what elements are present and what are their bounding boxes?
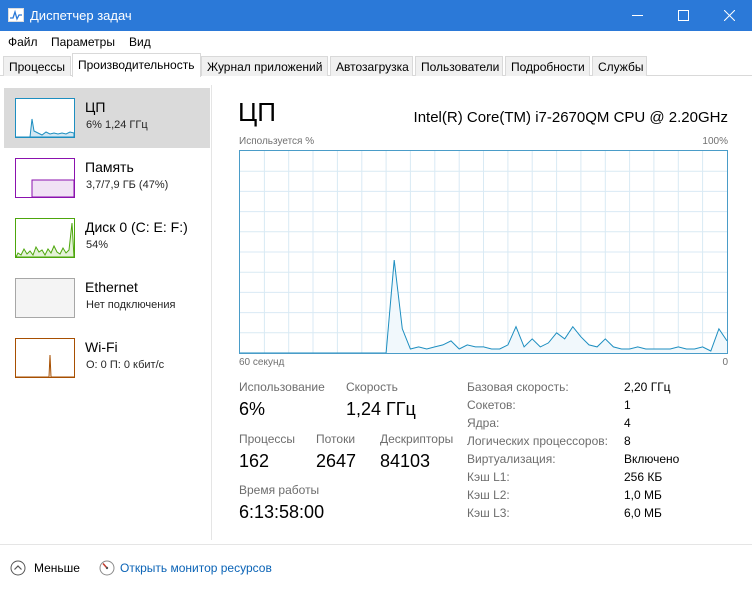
sidebar-item-disk[interactable]: Диск 0 (C: E: F:) 54% (4, 208, 210, 268)
memory-thumbnail-graph (15, 158, 75, 198)
title-bar: Диспетчер задач (0, 0, 752, 31)
tab-app-history[interactable]: Журнал приложений (201, 56, 328, 76)
disk-thumbnail-graph (15, 218, 75, 258)
processes-value: 162 (239, 451, 270, 471)
detail-value: 256 КБ (624, 470, 663, 484)
graph-x-left-label: 60 секунд (239, 357, 285, 368)
sidebar-item-value: 3,7/7,9 ГБ (47%) (86, 179, 169, 191)
graph-x-right-label: 0 (722, 357, 728, 368)
menu-view[interactable]: Вид (129, 35, 151, 49)
cpu-thumbnail-graph (15, 98, 75, 138)
chevron-up-circle-icon[interactable] (10, 560, 26, 576)
detail-key: Виртуализация: (467, 452, 556, 466)
minimize-button[interactable] (614, 0, 660, 31)
sidebar-item-value: 54% (86, 239, 109, 251)
detail-key: Ядра: (467, 416, 500, 430)
usage-value: 6% (239, 399, 266, 419)
sidebar-item-wifi[interactable]: Wi-Fi О: 0 П: 0 кбит/с (4, 328, 210, 388)
detail-key: Кэш L1: (467, 470, 510, 484)
detail-value: Включено (624, 452, 680, 466)
speed-label: Скорость (346, 380, 398, 394)
sidebar-item-ethernet[interactable]: Ethernet Нет подключения (4, 268, 210, 328)
detail-value: 4 (624, 416, 631, 430)
detail-key: Сокетов: (467, 398, 516, 412)
sidebar-item-value: 6% 1,24 ГГц (86, 119, 148, 131)
menu-file[interactable]: Файл (8, 35, 38, 49)
cpu-usage-graph (239, 150, 728, 354)
detail-key: Кэш L3: (467, 506, 510, 520)
processes-label: Процессы (239, 432, 296, 446)
tab-startup[interactable]: Автозагрузка (330, 56, 413, 76)
usage-label: Использование (239, 380, 325, 394)
maximize-button[interactable] (660, 0, 706, 31)
detail-value: 8 (624, 434, 631, 448)
page-title: ЦП (238, 97, 276, 127)
sidebar-item-name: ЦП (85, 99, 106, 115)
sidebar-item-value: О: 0 П: 0 кбит/с (86, 359, 165, 371)
handles-value: 84103 (380, 451, 431, 471)
open-resource-monitor-link[interactable]: Открыть монитор ресурсов (120, 561, 272, 575)
detail-key: Базовая скорость: (467, 380, 569, 394)
sidebar-item-memory[interactable]: Память 3,7/7,9 ГБ (47%) (4, 148, 210, 208)
tab-details[interactable]: Подробности (505, 56, 590, 76)
task-manager-app-icon (8, 8, 24, 22)
window-title: Диспетчер задач (30, 8, 132, 23)
detail-value: 6,0 МБ (624, 506, 662, 520)
uptime-value: 6:13:58:00 (239, 502, 325, 522)
speed-value: 1,24 ГГц (346, 399, 416, 419)
footer-bar: Меньше Открыть монитор ресурсов (0, 544, 752, 591)
resource-monitor-icon (99, 560, 115, 576)
sidebar-item-name: Ethernet (85, 279, 138, 295)
detail-value: 1,0 МБ (624, 488, 662, 502)
graph-y-max-label: 100% (702, 136, 728, 147)
minimize-icon (632, 15, 643, 16)
sidebar-item-name: Память (85, 159, 134, 175)
cpu-model-name: Intel(R) Core(TM) i7-2670QM CPU @ 2.20GH… (413, 109, 728, 126)
fewer-details-button[interactable]: Меньше (34, 561, 80, 575)
menu-bar: Файл Параметры Вид (0, 31, 752, 53)
resource-list: ЦП 6% 1,24 ГГц Память 3,7/7,9 ГБ (47%) Д… (0, 85, 212, 540)
detail-value: 2,20 ГГц (624, 380, 671, 394)
tab-users[interactable]: Пользователи (415, 56, 503, 76)
sidebar-item-value: Нет подключения (86, 299, 176, 311)
threads-value: 2647 (316, 451, 357, 471)
detail-key: Логических процессоров: (467, 434, 608, 448)
handles-label: Дескрипторы (380, 432, 454, 446)
tab-performance[interactable]: Производительность (72, 53, 201, 77)
tab-bar: Процессы Производительность Журнал прило… (0, 53, 752, 77)
maximize-icon (678, 10, 689, 21)
detail-key: Кэш L2: (467, 488, 510, 502)
sidebar-item-name: Диск 0 (C: E: F:) (85, 219, 188, 235)
detail-value: 1 (624, 398, 631, 412)
tab-processes[interactable]: Процессы (3, 56, 71, 76)
uptime-label: Время работы (239, 483, 320, 497)
close-icon (724, 10, 735, 21)
close-button[interactable] (706, 0, 752, 31)
tab-services[interactable]: Службы (592, 56, 647, 76)
wifi-thumbnail-graph (15, 338, 75, 378)
graph-y-label: Используется % (239, 136, 315, 147)
threads-label: Потоки (316, 432, 356, 446)
sidebar-item-cpu[interactable]: ЦП 6% 1,24 ГГц (4, 88, 210, 148)
ethernet-thumbnail-graph (15, 278, 75, 318)
menu-options[interactable]: Параметры (51, 35, 115, 49)
cpu-usage-chart (240, 151, 727, 353)
sidebar-item-name: Wi-Fi (85, 339, 118, 355)
